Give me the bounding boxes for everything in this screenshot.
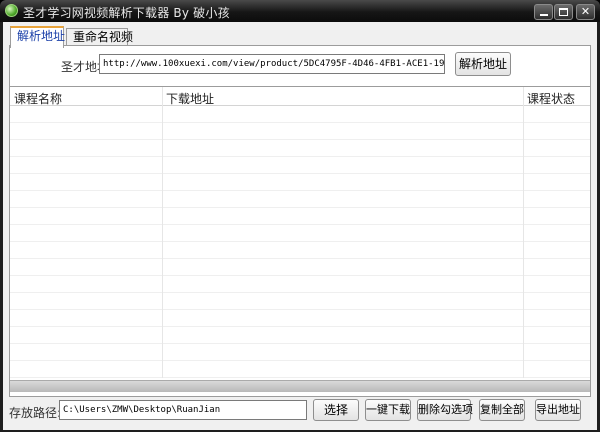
column-header-course-status[interactable]: 课程状态 xyxy=(527,90,575,107)
select-folder-button[interactable]: 选择 xyxy=(313,399,359,421)
title-bar[interactable]: 圣才学习网视频解析下载器 By 破小孩 ✕ xyxy=(0,0,600,22)
bottom-toolbar: 存放路径: C:\Users\ZMW\Desktop\RuanJian 选择 一… xyxy=(3,398,597,428)
parse-button[interactable]: 解析地址 xyxy=(455,52,511,76)
export-urls-button[interactable]: 导出地址 xyxy=(535,399,581,421)
horizontal-scrollbar[interactable] xyxy=(10,380,590,392)
column-header-course-name[interactable]: 课程名称 xyxy=(14,90,62,107)
maximize-button[interactable] xyxy=(554,4,573,20)
app-icon xyxy=(5,4,18,17)
client-area: 解析地址 重命名视频 圣才地址 http://www.100xuexi.com/… xyxy=(3,22,597,430)
url-input[interactable]: http://www.100xuexi.com/view/product/5DC… xyxy=(99,54,445,74)
save-path-input[interactable]: C:\Users\ZMW\Desktop\RuanJian xyxy=(59,400,307,420)
parse-panel: 圣才地址 http://www.100xuexi.com/view/produc… xyxy=(9,45,591,397)
minimize-icon xyxy=(540,14,548,16)
delete-checked-button[interactable]: 删除勾选项 xyxy=(417,399,473,421)
window-title: 圣才学习网视频解析下载器 By 破小孩 xyxy=(23,6,230,20)
download-all-button[interactable]: 一键下载 xyxy=(365,399,411,421)
tab-parse-address[interactable]: 解析地址 xyxy=(10,26,65,48)
save-path-label: 存放路径: xyxy=(9,406,62,420)
table-header: 课程名称 下载地址 课程状态 xyxy=(10,87,590,106)
close-button[interactable]: ✕ xyxy=(576,4,595,20)
maximize-icon xyxy=(559,8,568,16)
close-icon: ✕ xyxy=(580,5,591,18)
column-divider[interactable] xyxy=(523,87,524,378)
column-header-download-url[interactable]: 下载地址 xyxy=(166,90,214,107)
minimize-button[interactable] xyxy=(534,4,553,20)
table-body[interactable] xyxy=(10,106,590,378)
app-window: 圣才学习网视频解析下载器 By 破小孩 ✕ 解析地址 重命名视频 圣才地址 ht… xyxy=(0,0,600,432)
column-divider[interactable] xyxy=(162,87,163,378)
copy-all-button[interactable]: 复制全部 xyxy=(479,399,525,421)
course-table: 课程名称 下载地址 课程状态 xyxy=(10,86,590,397)
